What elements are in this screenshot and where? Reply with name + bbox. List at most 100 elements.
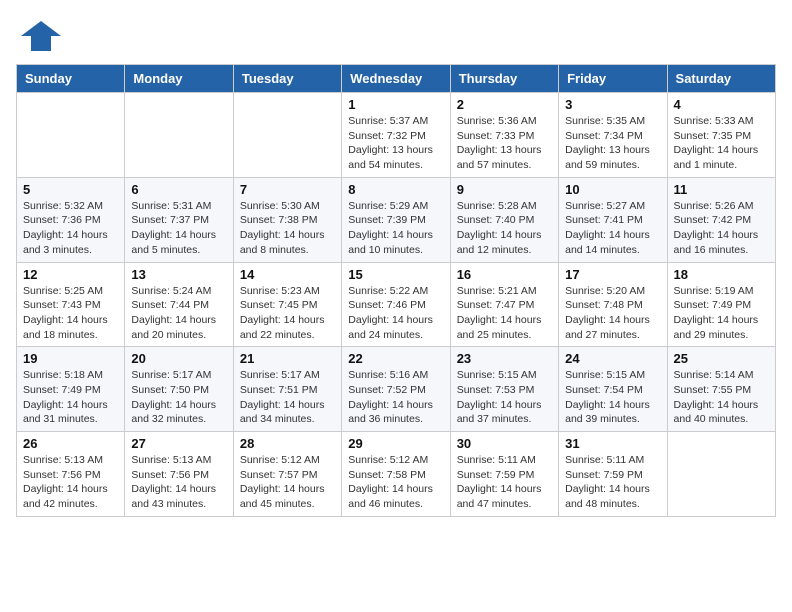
day-cell: 15Sunrise: 5:22 AM Sunset: 7:46 PM Dayli… [342, 262, 450, 347]
day-cell: 10 Sunrise: 5:27 AM Sunset: 7:41 PM Dayli… [559, 177, 667, 262]
day-info: Sunrise: 5:13 AM Sunset: 7:56 PM Dayligh… [131, 453, 226, 512]
day-cell: 12 Sunrise: 5:25 AM Sunset: 7:43 PM Dayli… [17, 262, 125, 347]
day-number: 10 [565, 182, 660, 197]
day-number: 6 [131, 182, 226, 197]
day-number: 26 [23, 436, 118, 451]
day-info: Sunrise: 5:13 AM Sunset: 7:56 PM Dayligh… [23, 453, 118, 512]
day-info: Sunrise: 5:15 AM Sunset: 7:53 PM Dayligh… [457, 368, 552, 427]
day-number: 3 [565, 97, 660, 112]
day-number: 8 [348, 182, 443, 197]
day-number: 11 [674, 182, 769, 197]
day-info: Sunrise: 5:26 AM Sunset: 7:42 PM Dayligh… [674, 199, 769, 258]
weekday-header-thursday: Thursday [450, 65, 558, 93]
week-row-3: 12 Sunrise: 5:25 AM Sunset: 7:43 PM Dayli… [17, 262, 776, 347]
week-row-2: 5 Sunrise: 5:32 AM Sunset: 7:36 PM Daylig… [17, 177, 776, 262]
day-cell: 19 Sunrise: 5:18 AM Sunset: 7:49 PM Dayli… [17, 347, 125, 432]
day-number: 22 [348, 351, 443, 366]
day-cell: 4Sunrise: 5:33 AM Sunset: 7:35 PM Daylig… [667, 93, 775, 178]
day-cell: 31 Sunrise: 5:11 AM Sunset: 7:59 PM Dayli… [559, 432, 667, 517]
day-cell: 5 Sunrise: 5:32 AM Sunset: 7:36 PM Daylig… [17, 177, 125, 262]
week-row-4: 19 Sunrise: 5:18 AM Sunset: 7:49 PM Dayli… [17, 347, 776, 432]
day-number: 17 [565, 267, 660, 282]
day-info: Sunrise: 5:17 AM Sunset: 7:51 PM Dayligh… [240, 368, 335, 427]
weekday-header-wednesday: Wednesday [342, 65, 450, 93]
page-header: General Blue [16, 16, 776, 56]
day-info: Sunrise: 5:25 AM Sunset: 7:43 PM Dayligh… [23, 284, 118, 343]
weekday-header-friday: Friday [559, 65, 667, 93]
day-cell: 6Sunrise: 5:31 AM Sunset: 7:37 PM Daylig… [125, 177, 233, 262]
day-info: Sunrise: 5:32 AM Sunset: 7:36 PM Dayligh… [23, 199, 118, 258]
day-cell [667, 432, 775, 517]
day-cell: 3 Sunrise: 5:35 AM Sunset: 7:34 PM Daylig… [559, 93, 667, 178]
weekday-header-saturday: Saturday [667, 65, 775, 93]
day-number: 25 [674, 351, 769, 366]
day-cell [233, 93, 341, 178]
day-info: Sunrise: 5:11 AM Sunset: 7:59 PM Dayligh… [457, 453, 552, 512]
day-cell: 25 Sunrise: 5:14 AM Sunset: 7:55 PM Dayli… [667, 347, 775, 432]
logo: General Blue [16, 16, 70, 56]
day-info: Sunrise: 5:21 AM Sunset: 7:47 PM Dayligh… [457, 284, 552, 343]
day-cell: 16Sunrise: 5:21 AM Sunset: 7:47 PM Dayli… [450, 262, 558, 347]
calendar-table: SundayMondayTuesdayWednesdayThursdayFrid… [16, 64, 776, 517]
day-cell: 8 Sunrise: 5:29 AM Sunset: 7:39 PM Daylig… [342, 177, 450, 262]
day-number: 18 [674, 267, 769, 282]
day-info: Sunrise: 5:28 AM Sunset: 7:40 PM Dayligh… [457, 199, 552, 258]
day-cell [125, 93, 233, 178]
day-cell: 21 Sunrise: 5:17 AM Sunset: 7:51 PM Dayli… [233, 347, 341, 432]
day-info: Sunrise: 5:18 AM Sunset: 7:49 PM Dayligh… [23, 368, 118, 427]
day-cell: 11 Sunrise: 5:26 AM Sunset: 7:42 PM Dayli… [667, 177, 775, 262]
day-number: 12 [23, 267, 118, 282]
day-info: Sunrise: 5:24 AM Sunset: 7:44 PM Dayligh… [131, 284, 226, 343]
day-number: 5 [23, 182, 118, 197]
day-cell: 22Sunrise: 5:16 AM Sunset: 7:52 PM Dayli… [342, 347, 450, 432]
day-cell: 30Sunrise: 5:11 AM Sunset: 7:59 PM Dayli… [450, 432, 558, 517]
day-info: Sunrise: 5:20 AM Sunset: 7:48 PM Dayligh… [565, 284, 660, 343]
day-cell: 13 Sunrise: 5:24 AM Sunset: 7:44 PM Dayli… [125, 262, 233, 347]
day-number: 1 [348, 97, 443, 112]
day-cell: 18 Sunrise: 5:19 AM Sunset: 7:49 PM Dayli… [667, 262, 775, 347]
day-number: 14 [240, 267, 335, 282]
day-cell: 23 Sunrise: 5:15 AM Sunset: 7:53 PM Dayli… [450, 347, 558, 432]
day-cell: 26 Sunrise: 5:13 AM Sunset: 7:56 PM Dayli… [17, 432, 125, 517]
day-cell: 20Sunrise: 5:17 AM Sunset: 7:50 PM Dayli… [125, 347, 233, 432]
day-cell: 24 Sunrise: 5:15 AM Sunset: 7:54 PM Dayli… [559, 347, 667, 432]
day-cell: 1 Sunrise: 5:37 AM Sunset: 7:32 PM Daylig… [342, 93, 450, 178]
day-number: 23 [457, 351, 552, 366]
day-cell: 28 Sunrise: 5:12 AM Sunset: 7:57 PM Dayli… [233, 432, 341, 517]
weekday-header-sunday: Sunday [17, 65, 125, 93]
day-number: 29 [348, 436, 443, 451]
day-number: 27 [131, 436, 226, 451]
day-info: Sunrise: 5:23 AM Sunset: 7:45 PM Dayligh… [240, 284, 335, 343]
day-cell: 29 Sunrise: 5:12 AM Sunset: 7:58 PM Dayli… [342, 432, 450, 517]
day-info: Sunrise: 5:36 AM Sunset: 7:33 PM Dayligh… [457, 114, 552, 173]
day-info: Sunrise: 5:14 AM Sunset: 7:55 PM Dayligh… [674, 368, 769, 427]
weekday-header-monday: Monday [125, 65, 233, 93]
day-info: Sunrise: 5:29 AM Sunset: 7:39 PM Dayligh… [348, 199, 443, 258]
day-info: Sunrise: 5:33 AM Sunset: 7:35 PM Dayligh… [674, 114, 769, 173]
day-cell: 27 Sunrise: 5:13 AM Sunset: 7:56 PM Dayli… [125, 432, 233, 517]
day-number: 13 [131, 267, 226, 282]
day-number: 9 [457, 182, 552, 197]
day-number: 31 [565, 436, 660, 451]
day-info: Sunrise: 5:37 AM Sunset: 7:32 PM Dayligh… [348, 114, 443, 173]
day-number: 21 [240, 351, 335, 366]
day-info: Sunrise: 5:35 AM Sunset: 7:34 PM Dayligh… [565, 114, 660, 173]
day-number: 28 [240, 436, 335, 451]
day-info: Sunrise: 5:12 AM Sunset: 7:57 PM Dayligh… [240, 453, 335, 512]
day-number: 24 [565, 351, 660, 366]
day-info: Sunrise: 5:27 AM Sunset: 7:41 PM Dayligh… [565, 199, 660, 258]
day-info: Sunrise: 5:11 AM Sunset: 7:59 PM Dayligh… [565, 453, 660, 512]
day-cell: 14 Sunrise: 5:23 AM Sunset: 7:45 PM Dayli… [233, 262, 341, 347]
day-cell: 17 Sunrise: 5:20 AM Sunset: 7:48 PM Dayli… [559, 262, 667, 347]
week-row-5: 26 Sunrise: 5:13 AM Sunset: 7:56 PM Dayli… [17, 432, 776, 517]
day-info: Sunrise: 5:19 AM Sunset: 7:49 PM Dayligh… [674, 284, 769, 343]
day-cell: 2 Sunrise: 5:36 AM Sunset: 7:33 PM Daylig… [450, 93, 558, 178]
day-info: Sunrise: 5:12 AM Sunset: 7:58 PM Dayligh… [348, 453, 443, 512]
day-info: Sunrise: 5:15 AM Sunset: 7:54 PM Dayligh… [565, 368, 660, 427]
day-cell [17, 93, 125, 178]
day-cell: 9 Sunrise: 5:28 AM Sunset: 7:40 PM Daylig… [450, 177, 558, 262]
day-number: 20 [131, 351, 226, 366]
day-number: 2 [457, 97, 552, 112]
day-number: 19 [23, 351, 118, 366]
weekday-header-row: SundayMondayTuesdayWednesdayThursdayFrid… [17, 65, 776, 93]
